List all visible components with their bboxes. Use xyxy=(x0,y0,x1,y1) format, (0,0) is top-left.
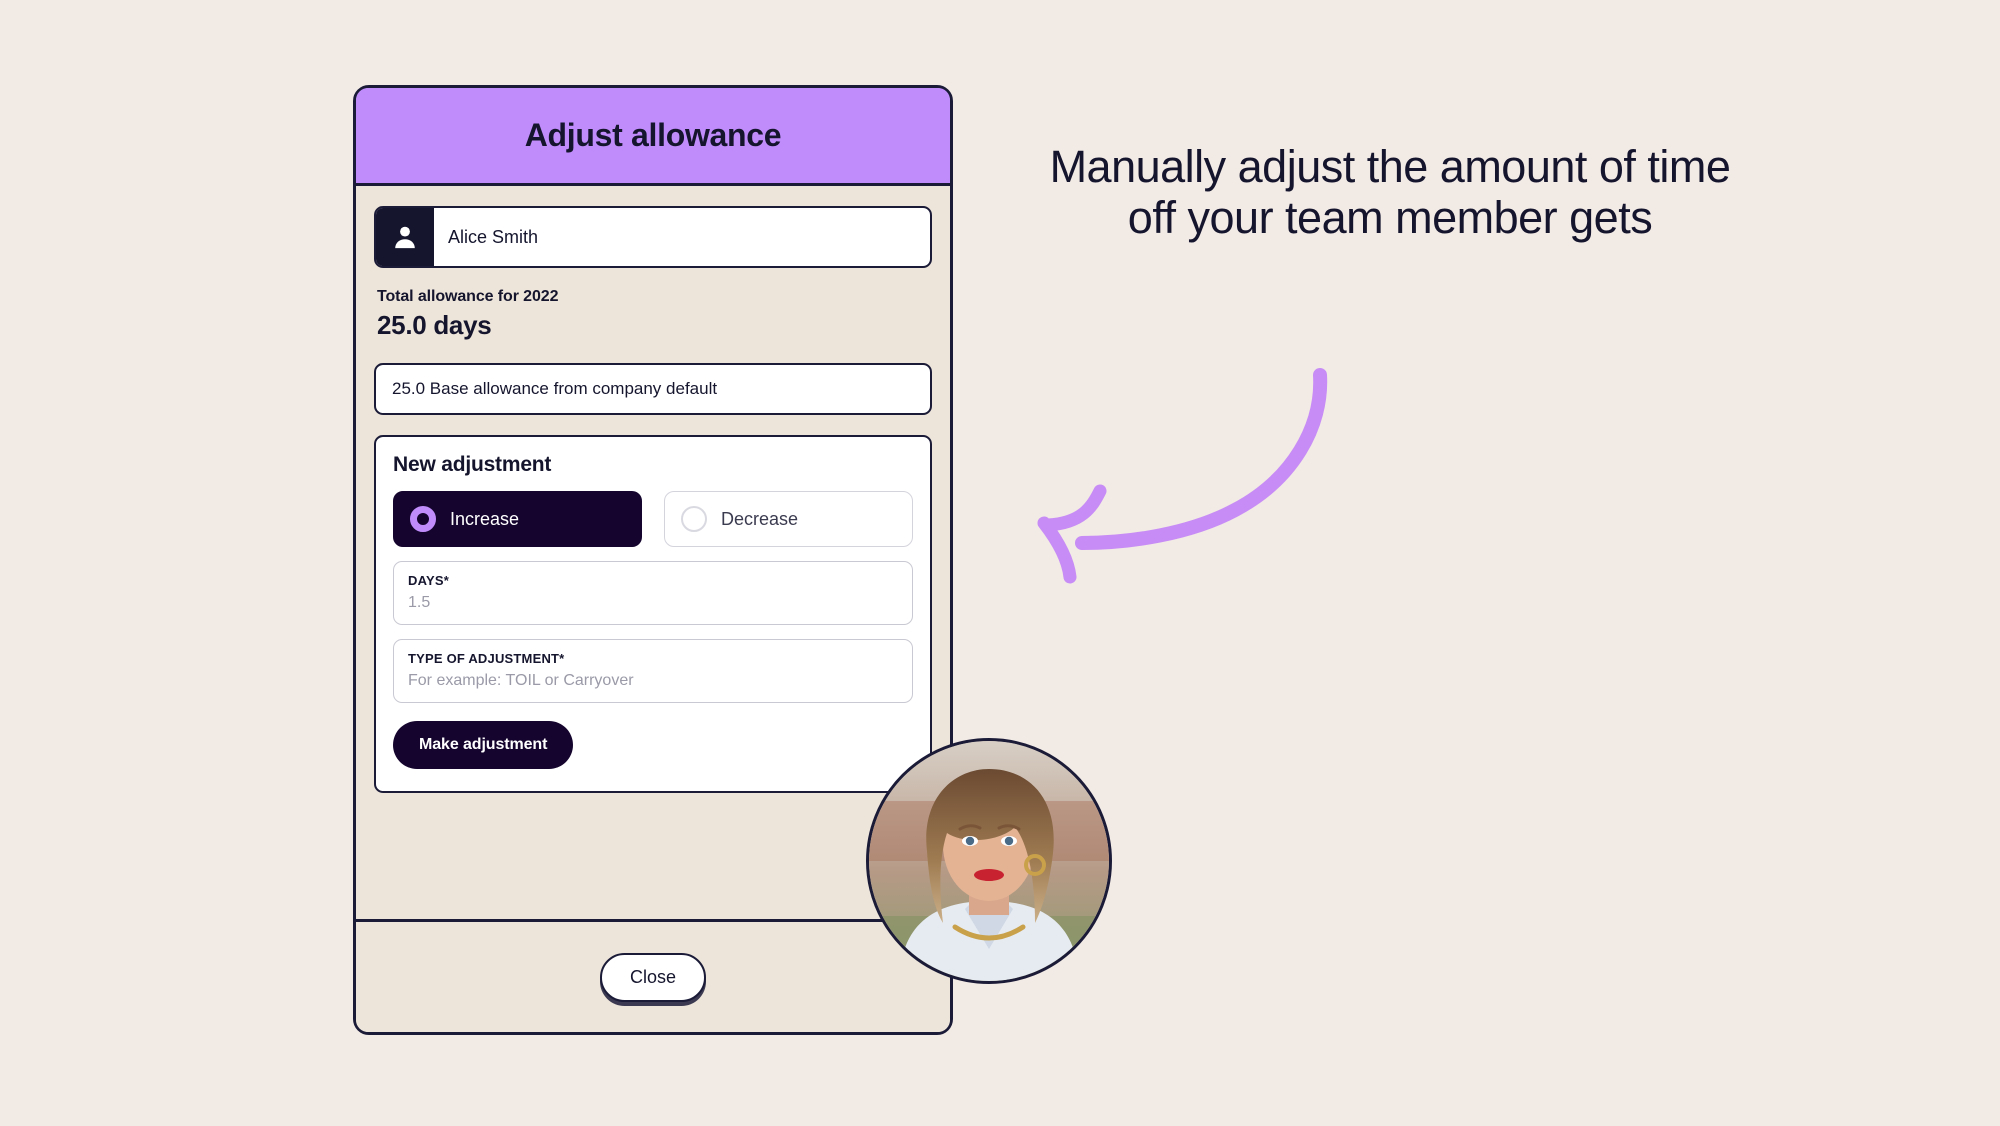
modal-header: Adjust allowance xyxy=(356,88,950,186)
presenter-avatar xyxy=(866,738,1112,984)
curved-arrow-left-icon xyxy=(1020,355,1340,585)
days-field-placeholder: 1.5 xyxy=(408,594,431,611)
adjustment-direction-group: Increase Decrease xyxy=(393,491,913,547)
radio-option-increase[interactable]: Increase xyxy=(393,491,642,547)
member-row[interactable]: Alice Smith xyxy=(374,206,932,268)
person-icon xyxy=(376,208,434,266)
modal-body: Alice Smith Total allowance for 2022 25.… xyxy=(356,186,950,793)
close-button[interactable]: Close xyxy=(599,952,707,1002)
radio-option-decrease[interactable]: Decrease xyxy=(664,491,913,547)
annotation-caption: Manually adjust the amount of time off y… xyxy=(1049,141,1731,243)
total-allowance-block: Total allowance for 2022 25.0 days xyxy=(374,288,932,341)
total-allowance-label: Total allowance for 2022 xyxy=(377,288,559,305)
base-allowance-row[interactable]: 25.0 Base allowance from company default xyxy=(374,363,932,415)
base-allowance-text: 25.0 Base allowance from company default xyxy=(392,379,718,398)
page-title: Adjust allowance xyxy=(524,117,782,153)
make-adjustment-button[interactable]: Make adjustment xyxy=(393,721,574,769)
radio-label-decrease: Decrease xyxy=(721,508,799,529)
member-name: Alice Smith xyxy=(448,226,539,247)
adjust-allowance-modal: Adjust allowance Alice Smith Total allow… xyxy=(353,85,953,1035)
type-of-adjustment-label: TYPE OF ADJUSTMENT* xyxy=(408,651,565,666)
modal-footer: Close xyxy=(356,919,950,1032)
total-allowance-value: 25.0 days xyxy=(377,310,492,340)
type-of-adjustment-field[interactable]: TYPE OF ADJUSTMENT* For example: TOIL or… xyxy=(393,639,913,703)
radio-selected-icon xyxy=(410,506,436,532)
new-adjustment-title: New adjustment xyxy=(393,453,552,476)
type-of-adjustment-placeholder: For example: TOIL or Carryover xyxy=(408,672,634,689)
days-field[interactable]: DAYS* 1.5 xyxy=(393,561,913,625)
radio-unselected-icon xyxy=(681,506,707,532)
days-field-label: DAYS* xyxy=(408,573,449,588)
new-adjustment-panel: New adjustment Increase Decrease DAYS* 1… xyxy=(374,435,932,793)
radio-label-increase: Increase xyxy=(450,508,520,529)
